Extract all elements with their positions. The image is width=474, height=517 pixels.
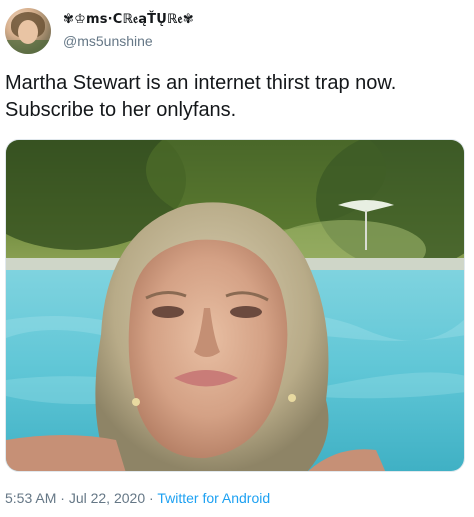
tweet-date[interactable]: Jul 22, 2020 (69, 490, 145, 506)
tweet-source-link[interactable]: Twitter for Android (157, 490, 270, 506)
avatar-face (18, 20, 38, 44)
author-display-name[interactable]: ✾♔ms·Cℝ𝔢ąŤŲℝ𝔢✾ (63, 11, 194, 29)
selfie-by-pool-photo (6, 140, 464, 471)
author-handle[interactable]: @ms5unshine (63, 31, 194, 51)
author-names: ✾♔ms·Cℝ𝔢ąŤŲℝ𝔢✾ @ms5unshine (63, 11, 194, 51)
tweet-text: Martha Stewart is an internet thirst tra… (5, 72, 397, 121)
tweet-card: ✾♔ms·Cℝ𝔢ąŤŲℝ𝔢✾ @ms5unshine Martha Stewar… (0, 0, 474, 517)
tweet-time[interactable]: 5:53 AM (5, 490, 56, 506)
author-avatar[interactable] (5, 8, 51, 54)
separator: · (56, 490, 69, 506)
tweet-header: ✾♔ms·Cℝ𝔢ąŤŲℝ𝔢✾ @ms5unshine (5, 6, 194, 56)
tweet-footer: 5:53 AM · Jul 22, 2020 · Twitter for And… (5, 488, 270, 508)
separator: · (145, 490, 158, 506)
tweet-photo[interactable] (5, 139, 465, 472)
